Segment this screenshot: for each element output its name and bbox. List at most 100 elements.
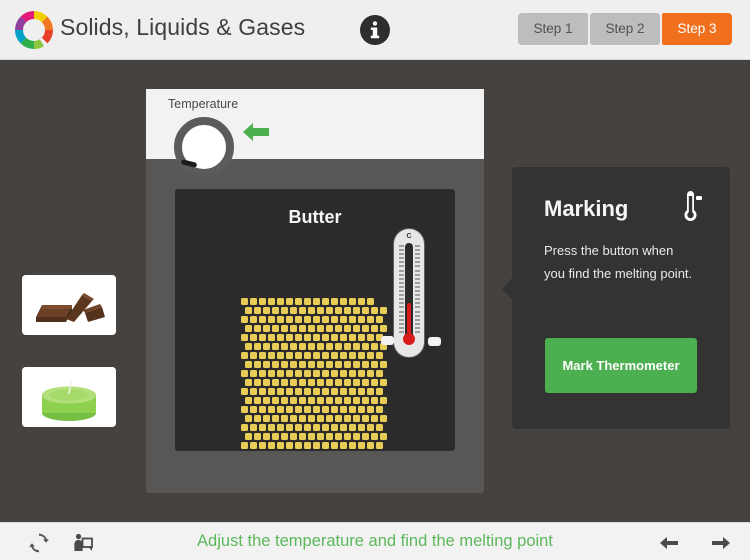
substance-vessel: Butter C [175,189,455,451]
particle [326,307,333,314]
particle [344,361,351,368]
particle [335,361,342,368]
particle-row [241,370,386,379]
particle [286,424,293,431]
particle-row [241,343,387,352]
particle [263,379,270,386]
particle [241,334,248,341]
particle [313,316,320,323]
particle [295,316,302,323]
particle [254,397,261,404]
thermometer[interactable]: C [394,229,424,357]
particle [272,397,279,404]
particle [349,334,356,341]
thermometer-tick [415,285,420,288]
particle [295,424,302,431]
thermometer-tick [399,310,404,313]
thermometer-marker-right [428,337,441,346]
thermometer-tick [415,318,420,321]
tab-step-2[interactable]: Step 2 [590,13,660,45]
particle [353,343,360,350]
particle [331,370,338,377]
particle [322,316,329,323]
particle [322,388,329,395]
particle [259,370,266,377]
tab-step-1[interactable]: Step 1 [518,13,588,45]
thermometer-tick [399,249,404,252]
particle [304,424,311,431]
particle [241,298,248,305]
thermometer-tick [399,298,404,301]
particle [367,442,374,449]
particle [340,370,347,377]
particle [299,433,306,440]
particle [245,397,252,404]
particle-row [241,388,386,397]
particle [241,442,248,449]
thermometer-tick [415,261,420,264]
particle [313,424,320,431]
particle [353,361,360,368]
thumbnail-candle[interactable] [22,367,116,427]
particle [263,325,270,332]
particle [353,397,360,404]
particle [335,325,342,332]
particle [241,316,248,323]
particle [317,343,324,350]
thermometer-bulb [403,333,415,345]
thermometer-icon [682,189,708,223]
particle [308,397,315,404]
thermometer-tick [399,269,404,272]
particle [335,379,342,386]
thermometer-tick [415,302,420,305]
particle [286,370,293,377]
mark-thermometer-button[interactable]: Mark Thermometer [545,338,697,393]
particle [268,298,275,305]
particle [290,361,297,368]
thumbnail-chocolate[interactable] [22,275,116,335]
arrow-left-icon[interactable] [658,533,680,553]
particle [376,442,383,449]
panel-notch [502,277,513,301]
particle [290,379,297,386]
thermometer-tick [415,298,420,301]
particle [317,379,324,386]
particle [295,298,302,305]
info-icon[interactable] [358,13,392,47]
particle [380,325,387,332]
particle [371,361,378,368]
particle [371,325,378,332]
thermometer-tick [399,257,404,260]
particle [340,406,347,413]
particle [263,433,270,440]
particle [268,442,275,449]
particle [254,415,261,422]
particle [358,370,365,377]
marking-panel-body: Press the button when you find the melti… [544,243,693,281]
particle [353,325,360,332]
particle [259,334,266,341]
particle [367,406,374,413]
particle [340,388,347,395]
particle [250,424,257,431]
tab-step-3[interactable]: Step 3 [662,13,732,45]
thermometer-tick [415,294,420,297]
particle [367,424,374,431]
particle [326,343,333,350]
particle [371,307,378,314]
particle [250,388,257,395]
particle [263,415,270,422]
particle [304,352,311,359]
particle [308,379,315,386]
app-root: Solids, Liquids & Gases Step 1 Step 2 St… [0,0,750,560]
arrow-right-icon[interactable] [710,533,732,553]
thermometer-tick [399,277,404,280]
particle [295,334,302,341]
temperature-dial[interactable] [174,117,242,185]
particle [286,388,293,395]
particle-row [241,307,387,316]
page-title: Solids, Liquids & Gases [60,14,306,40]
particle [290,397,297,404]
thermometer-tick [399,253,404,256]
particle [290,433,297,440]
